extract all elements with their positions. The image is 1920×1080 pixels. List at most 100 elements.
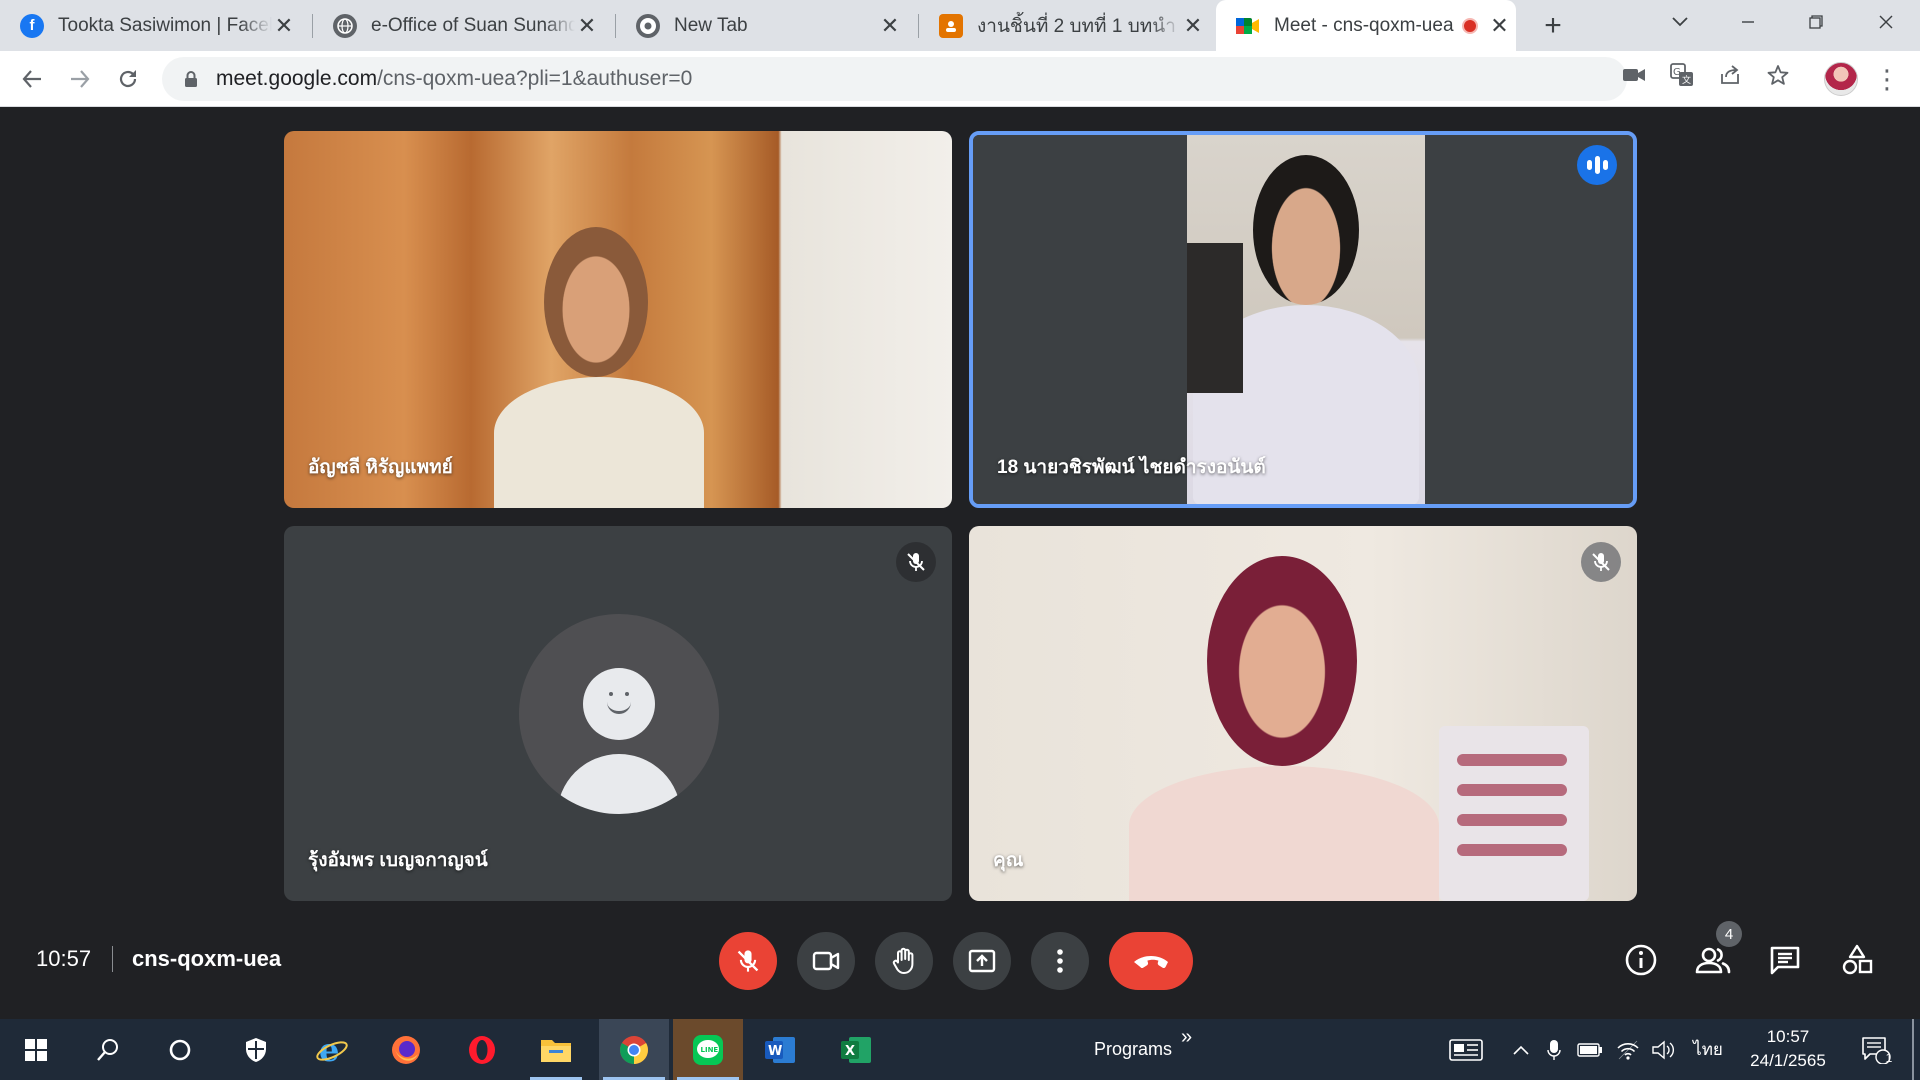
close-icon[interactable]: ✕ <box>878 13 902 38</box>
wifi-icon[interactable] <box>1614 1019 1642 1080</box>
cortana-button[interactable] <box>150 1019 210 1080</box>
restore-icon[interactable] <box>1788 0 1844 44</box>
internet-explorer-icon: e <box>316 1033 348 1067</box>
show-hidden-icons-chevron-icon[interactable] <box>1508 1019 1534 1080</box>
taskbar-clock[interactable]: 10:57 24/1/2565 <box>1738 1025 1838 1073</box>
leave-call-button[interactable] <box>1109 932 1193 990</box>
tab-e-office[interactable]: e-Office of Suan Sunandh ✕ <box>313 0 613 51</box>
new-tab-button[interactable]: + <box>1535 8 1571 44</box>
line-icon: LINE <box>693 1034 723 1065</box>
start-button[interactable] <box>6 1019 66 1080</box>
taskbar-app-internet-explorer[interactable]: e <box>302 1019 362 1080</box>
participant-name: อัญชลี หิรัญแพทย์ <box>308 457 453 478</box>
participant-name: รุ้งอัมพร เบญจกาญจน์ <box>308 850 488 871</box>
meet-stage: อัญชลี หิรัญแพทย์ 18 นายวชิรพัฒน์ ไชยดำร… <box>0 107 1920 1019</box>
tab-new-tab[interactable]: New Tab ✕ <box>616 0 916 51</box>
windows-logo-icon <box>25 1038 47 1061</box>
tab-facebook[interactable]: f Tookta Sasiwimon | Faceb ✕ <box>0 0 310 51</box>
classroom-icon <box>939 13 963 38</box>
address-bar[interactable]: meet.google.com/cns-qoxm-uea?pli=1&authu… <box>162 57 1627 101</box>
window-close-icon[interactable] <box>1858 0 1914 44</box>
battery-icon[interactable] <box>1576 1019 1604 1080</box>
chrome-menu-icon[interactable]: ⋮ <box>1874 59 1900 99</box>
chrome-icon <box>636 13 660 38</box>
taskbar-app-firefox[interactable] <box>376 1019 436 1080</box>
reload-icon[interactable] <box>108 59 148 99</box>
tab-classroom[interactable]: งานชิ้นที่ 2 บทที่ 1 บทนำ ✕ <box>919 0 1219 51</box>
taskbar-app-file-explorer[interactable] <box>526 1019 586 1080</box>
translate-icon[interactable]: G文 <box>1668 61 1696 89</box>
meeting-details-button[interactable] <box>1617 936 1665 984</box>
close-icon[interactable]: ✕ <box>1488 13 1512 38</box>
svg-text:G: G <box>1673 67 1681 78</box>
taskbar-app-excel[interactable]: X <box>826 1019 886 1080</box>
taskbar-app-line[interactable]: LINE <box>673 1019 743 1080</box>
present-screen-button[interactable] <box>953 932 1011 990</box>
taskbar-app-opera[interactable] <box>452 1019 512 1080</box>
url-host: meet.google.com <box>216 67 378 90</box>
more-options-button[interactable] <box>1031 932 1089 990</box>
bookmark-star-icon[interactable] <box>1764 61 1792 89</box>
programs-toolbar-label[interactable]: Programs <box>1094 1019 1172 1080</box>
back-icon[interactable] <box>12 59 52 99</box>
tab-search-icon[interactable] <box>1652 0 1708 44</box>
participant-tile-self[interactable]: คุณ <box>969 526 1637 901</box>
tab-meet[interactable]: Meet - cns-qoxm-uea ✕ <box>1216 0 1516 51</box>
profile-avatar[interactable] <box>1824 62 1858 96</box>
participant-tile[interactable]: อัญชลี หิรัญแพทย์ <box>284 131 952 508</box>
chat-button[interactable] <box>1761 936 1809 984</box>
windows-taskbar: e LINE W X Programs » ไทย 10:57 24/1/256… <box>0 1019 1920 1080</box>
background-drawer <box>1439 726 1589 901</box>
participant-tile[interactable]: รุ้งอัมพร เบญจกาญจน์ <box>284 526 952 901</box>
avatar-body <box>557 754 681 814</box>
tab-title: e-Office of Suan Sunandh <box>371 14 575 36</box>
close-icon[interactable]: ✕ <box>575 13 599 38</box>
camera-in-use-icon[interactable] <box>1620 61 1648 89</box>
taskbar-app-chrome[interactable] <box>599 1019 669 1080</box>
url-text: meet.google.com/cns-qoxm-uea?pli=1&authu… <box>216 67 692 91</box>
microphone-tray-icon[interactable] <box>1542 1019 1566 1080</box>
participant-video <box>494 227 704 508</box>
meeting-clock: 10:57 <box>36 946 92 971</box>
minimize-icon[interactable] <box>1720 0 1776 44</box>
word-icon: W <box>765 1036 795 1063</box>
mic-toggle-button[interactable] <box>719 932 777 990</box>
action-center-button[interactable]: 1 <box>1856 1019 1896 1080</box>
camera-toggle-button[interactable] <box>797 932 855 990</box>
firefox-icon <box>392 1035 420 1064</box>
share-icon[interactable] <box>1716 61 1744 89</box>
participant-tile-active-speaker[interactable]: 18 นายวชิรพัฒน์ ไชยดำรงอนันต์ <box>969 131 1637 508</box>
recording-icon <box>1461 17 1478 34</box>
browser-toolbar: meet.google.com/cns-qoxm-uea?pli=1&authu… <box>0 51 1920 107</box>
volume-icon[interactable] <box>1650 1019 1678 1080</box>
opera-icon <box>469 1035 495 1064</box>
taskbar-time: 10:57 <box>1766 1027 1810 1046</box>
camera-icon <box>812 951 840 971</box>
meeting-code[interactable]: cns-qoxm-uea <box>132 946 281 972</box>
toolbar-overflow-chevron[interactable]: » <box>1181 1007 1192 1068</box>
chat-icon <box>1770 946 1800 975</box>
taskbar-app-word[interactable]: W <box>750 1019 810 1080</box>
tab-title: Meet - cns-qoxm-uea <box>1274 14 1454 36</box>
tab-strip: f Tookta Sasiwimon | Faceb ✕ e-Office of… <box>0 0 1920 51</box>
forward-icon[interactable] <box>60 59 100 99</box>
raise-hand-button[interactable] <box>875 932 933 990</box>
svg-text:LINE: LINE <box>701 1046 719 1054</box>
mic-off-icon <box>737 950 759 972</box>
close-icon[interactable]: ✕ <box>272 13 296 38</box>
mic-off-icon <box>1581 542 1621 582</box>
show-desktop-button[interactable] <box>1912 1019 1914 1080</box>
activities-button[interactable] <box>1833 936 1881 984</box>
news-widget-icon[interactable] <box>1444 1019 1488 1080</box>
svg-text:X: X <box>845 1044 855 1059</box>
input-language-indicator[interactable]: ไทย <box>1690 1019 1726 1080</box>
shield-icon <box>246 1037 266 1062</box>
search-icon <box>97 1038 118 1061</box>
participant-video <box>1129 556 1439 901</box>
search-button[interactable] <box>78 1019 138 1080</box>
more-vert-icon <box>1057 949 1063 973</box>
taskbar-app-security[interactable] <box>226 1019 286 1080</box>
divider <box>112 946 113 972</box>
close-icon[interactable]: ✕ <box>1181 13 1205 38</box>
lock-icon[interactable] <box>180 68 202 90</box>
